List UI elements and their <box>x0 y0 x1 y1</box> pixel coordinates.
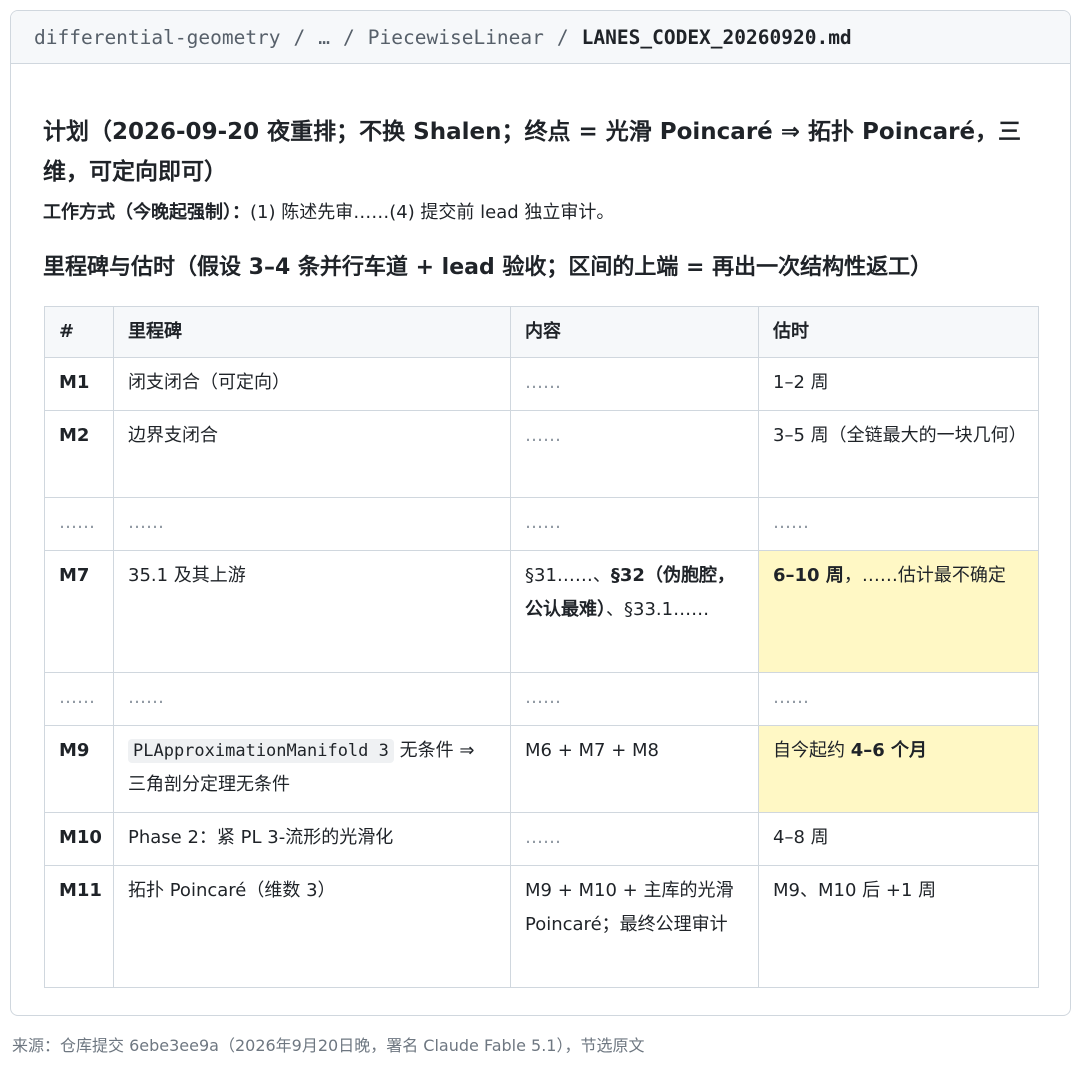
milestone-name: PLApproximationManifold 3 无条件 ⇒ 三角剖分定理无条… <box>113 725 511 813</box>
table-row: M10 Phase 2：紧 PL 3-流形的光滑化 …… 4–8 周 <box>44 812 1039 866</box>
column-header-estimate: 估时 <box>758 306 1039 358</box>
column-header-milestone: 里程碑 <box>113 306 511 358</box>
milestone-estimate-highlighted: 6–10 周，……估计最不确定 <box>758 550 1039 673</box>
milestone-name: 35.1 及其上游 <box>113 550 511 673</box>
estimate-emphasis: 4–6 个月 <box>850 740 928 761</box>
milestone-content: …… <box>510 410 759 498</box>
milestone-name: 拓扑 Poincaré（维数 3） <box>113 865 511 988</box>
milestone-name: Phase 2：紧 PL 3-流形的光滑化 <box>113 812 511 866</box>
elided-cell: …… <box>758 672 1039 726</box>
table-row: M2 边界支闭合 …… 3–5 周（全链最大的一块几何） <box>44 410 1039 498</box>
elided-cell: …… <box>44 672 114 726</box>
table-row: M7 35.1 及其上游 §31……、§32（伪胞腔，公认最难）、§33.1……… <box>44 550 1039 673</box>
content-part: 、§33.1…… <box>606 599 710 620</box>
milestone-content: M9 + M10 + 主库的光滑 Poincaré；最终公理审计 <box>510 865 759 988</box>
work-mode-text: (1) 陈述先审……(4) 提交前 lead 独立审计。 <box>250 202 615 223</box>
milestone-estimate: 4–8 周 <box>758 812 1039 866</box>
estimate-prefix: 自今起约 <box>773 740 851 761</box>
milestone-id: M10 <box>44 812 114 866</box>
estimate-emphasis: 6–10 周 <box>773 565 844 586</box>
elided-cell: …… <box>113 672 511 726</box>
elided-cell: …… <box>510 672 759 726</box>
breadcrumb-root-link[interactable]: differential-geometry <box>34 26 281 49</box>
estimate-note: ，……估计最不确定 <box>843 565 1006 586</box>
milestones-heading: 里程碑与估时（假设 3–4 条并行车道 + lead 验收；区间的上端 = 再出… <box>43 255 933 280</box>
breadcrumb-current-file: LANES_CODEX_20260920.md <box>581 25 852 49</box>
markdown-body: 计划（2026-09-20 夜重排；不换 Shalen；终点 = 光滑 Poin… <box>11 64 1070 286</box>
source-caption: 来源：仓库提交 6ebe3ee9a（2026年9月20日晚，署名 Claude … <box>12 1036 645 1055</box>
breadcrumb-separator: / <box>556 25 569 49</box>
milestone-id: M11 <box>44 865 114 988</box>
milestone-estimate: 3–5 周（全链最大的一块几何） <box>758 410 1039 498</box>
elided-cell: …… <box>758 497 1039 551</box>
milestone-id: M1 <box>44 357 114 411</box>
milestone-estimate: M9、M10 后 +1 周 <box>758 865 1039 988</box>
milestone-id: M7 <box>44 550 114 673</box>
plan-heading: 计划（2026-09-20 夜重排；不换 Shalen；终点 = 光滑 Poin… <box>43 119 1022 185</box>
table-row: M1 闭支闭合（可定向） …… 1–2 周 <box>44 357 1039 411</box>
breadcrumb-separator: / <box>343 25 355 49</box>
breadcrumb-ellipsis[interactable]: … <box>318 26 330 49</box>
milestone-content: …… <box>510 812 759 866</box>
milestone-id: M2 <box>44 410 114 498</box>
inline-code: PLApproximationManifold 3 <box>128 739 394 763</box>
table-header-row: # 里程碑 内容 估时 <box>44 306 1039 358</box>
table-row: M9 PLApproximationManifold 3 无条件 ⇒ 三角剖分定… <box>44 725 1039 813</box>
milestone-name: 边界支闭合 <box>113 410 511 498</box>
table-row-elided: …… …… …… …… <box>44 497 1039 551</box>
milestone-name: 闭支闭合（可定向） <box>113 357 511 411</box>
milestone-estimate: 1–2 周 <box>758 357 1039 411</box>
milestone-content: …… <box>510 357 759 411</box>
breadcrumb-folder-link[interactable]: PiecewiseLinear <box>368 26 544 49</box>
breadcrumb: differential-geometry / … / PiecewiseLin… <box>11 11 1070 64</box>
markdown-file-card: differential-geometry / … / PiecewiseLin… <box>10 10 1071 1016</box>
work-mode-label: 工作方式（今晚起强制）： <box>43 202 250 223</box>
elided-cell: …… <box>510 497 759 551</box>
column-header-content: 内容 <box>510 306 759 358</box>
breadcrumb-separator: / <box>293 25 306 49</box>
milestone-content: §31……、§32（伪胞腔，公认最难）、§33.1…… <box>510 550 759 673</box>
column-header-number: # <box>44 306 114 358</box>
milestone-id: M9 <box>44 725 114 813</box>
work-mode-line: 工作方式（今晚起强制）：(1) 陈述先审……(4) 提交前 lead 独立审计。 <box>43 198 1038 228</box>
elided-cell: …… <box>44 497 114 551</box>
table-row-elided: …… …… …… …… <box>44 672 1039 726</box>
content-part: §31……、 <box>525 565 611 586</box>
milestones-table: # 里程碑 内容 估时 M1 闭支闭合（可定向） …… 1–2 周 M2 边界支… <box>44 306 1039 988</box>
milestone-estimate-highlighted: 自今起约 4–6 个月 <box>758 725 1039 813</box>
elided-cell: …… <box>113 497 511 551</box>
milestone-content: M6 + M7 + M8 <box>510 725 759 813</box>
table-row: M11 拓扑 Poincaré（维数 3） M9 + M10 + 主库的光滑 P… <box>44 865 1039 988</box>
